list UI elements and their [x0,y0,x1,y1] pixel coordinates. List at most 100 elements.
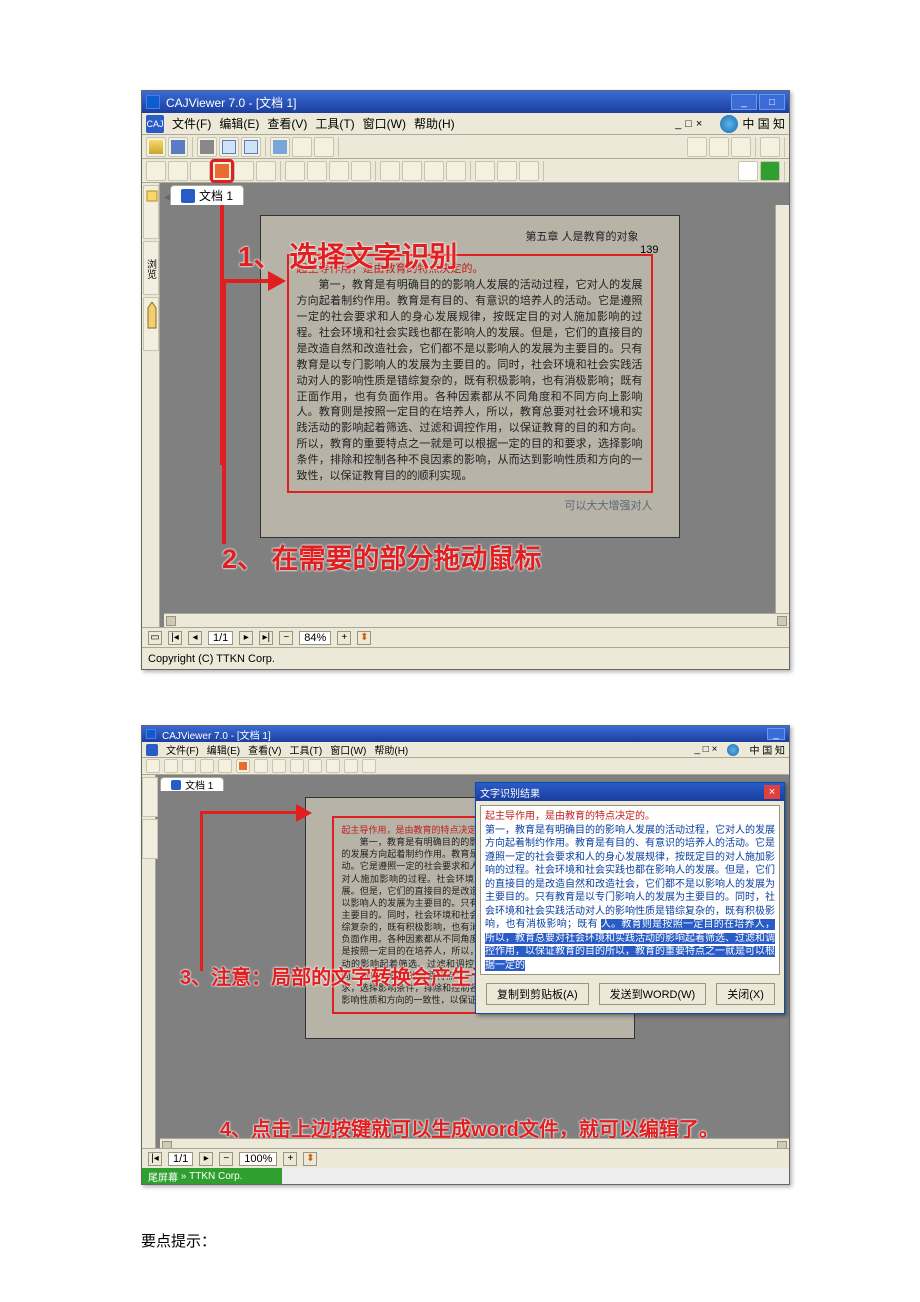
ellipse-tool-button[interactable] [351,161,371,181]
select-image-button[interactable] [190,161,210,181]
ocr-button[interactable] [212,161,232,181]
snapshot-button[interactable] [218,759,232,773]
window-minimize-button[interactable]: _ [731,94,757,110]
attachment-button[interactable] [446,161,466,181]
document-tab-1[interactable]: 文档 1 [160,777,224,791]
zoom-input[interactable]: 84% [299,631,331,645]
side-tab-outline[interactable]: 浏览 [143,241,159,295]
last-page-button[interactable]: ▸| [259,631,273,645]
info-button[interactable] [519,161,539,181]
mdi-close-icon[interactable]: _ □ × [694,744,717,755]
rect-tool-button[interactable] [329,161,349,181]
bookmark-button[interactable] [326,759,340,773]
highlight-button[interactable] [272,759,286,773]
menu-edit[interactable]: 编辑(E) [219,115,259,132]
menu-file[interactable]: 文件(F) [166,742,199,757]
zoom-out-button[interactable]: − [219,1152,233,1166]
first-page-button[interactable]: |◂ [148,1152,162,1166]
horizontal-scrollbar[interactable] [164,613,789,627]
window-maximize-button[interactable]: □ [759,94,785,110]
ocr-button[interactable] [236,759,250,773]
annotate-button[interactable] [254,759,268,773]
view-cont-button[interactable] [709,137,729,157]
settings-button[interactable] [760,137,780,157]
annotate-button[interactable] [234,161,254,181]
fit-page-button[interactable]: ⬍ [357,631,371,645]
ocr-close-button[interactable]: 关闭(X) [716,983,775,1005]
stamp-button[interactable] [380,161,400,181]
zoom-out-button[interactable]: − [279,631,293,645]
rect-tool-button[interactable] [308,759,322,773]
menu-view[interactable]: 查看(V) [267,115,307,132]
view-facing-button[interactable] [731,137,751,157]
menu-edit[interactable]: 编辑(E) [207,742,240,757]
favorite-button[interactable] [344,759,358,773]
next-page-button[interactable]: ▸ [199,1152,213,1166]
open-button[interactable] [146,137,166,157]
menu-help[interactable]: 帮助(H) [414,115,455,132]
line-tool-button[interactable] [285,161,305,181]
mdi-restore-icon[interactable]: □ [685,118,692,130]
go-button[interactable] [760,161,780,181]
print-button[interactable] [197,137,217,157]
text-note-button[interactable] [402,161,422,181]
side-tab-pencil[interactable] [143,297,159,351]
link-button[interactable] [424,161,444,181]
pencil-tool-button[interactable] [307,161,327,181]
copy-button[interactable] [219,137,239,157]
zoom-in-button[interactable]: + [337,631,351,645]
layout-single-icon[interactable]: ▭ [148,631,162,645]
fit-page-button[interactable]: ⬍ [303,1152,317,1166]
ocr-send-word-button[interactable]: 发送到WORD(W) [599,983,707,1005]
menu-tools[interactable]: 工具(T) [289,742,322,757]
page-input[interactable]: 1/1 [168,1152,193,1166]
bookmark-button[interactable] [475,161,495,181]
paste-button[interactable] [241,137,261,157]
menu-file[interactable]: 文件(F) [172,115,211,132]
page-canvas[interactable]: 第五章 人是教育的对象 139 起主导作用，是由教育的特点决定的。 第一，教育是… [164,205,775,613]
window-minimize-button[interactable]: _ [767,728,785,740]
menu-window[interactable]: 窗口(W) [330,742,366,757]
favorite-button[interactable] [497,161,517,181]
ocr-panel-close-button[interactable]: × [764,785,780,799]
info-button[interactable] [362,759,376,773]
undo-button[interactable] [292,137,312,157]
vertical-scrollbar[interactable] [775,205,789,613]
print-button[interactable] [182,759,196,773]
line-tool-button[interactable] [290,759,304,773]
zoom-in-button[interactable]: + [283,1152,297,1166]
mdi-close-icon[interactable]: × [696,118,702,130]
ocr-copy-button[interactable]: 复制到剪贴板(A) [486,983,589,1005]
search-dropdown[interactable] [738,161,758,181]
side-tab-strip: 浏览 [142,183,160,627]
copy-button[interactable] [200,759,214,773]
next-page-button[interactable]: ▸ [239,631,253,645]
first-page-button[interactable]: |◂ [168,631,182,645]
view-single-button[interactable] [687,137,707,157]
menu-view[interactable]: 查看(V) [248,742,281,757]
scroll-right-icon[interactable] [777,616,787,626]
document-tab-1[interactable]: 文档 1 [170,185,244,205]
snapshot-button[interactable] [270,137,290,157]
scroll-left-icon[interactable] [166,616,176,626]
page-input[interactable]: 1/1 [208,631,233,645]
side-tab-pencil[interactable] [142,819,158,859]
prev-page-button[interactable]: ◂ [188,631,202,645]
side-tab-note[interactable] [143,185,159,239]
ocr-text-area[interactable]: 起主导作用，是由教育的特点决定的。 第一，教育是有明确目的的影响人发展的活动过程… [480,805,780,975]
mdi-minimize-icon[interactable]: _ [675,118,681,130]
zoom-input[interactable]: 100% [239,1152,277,1166]
select-text-button[interactable] [168,161,188,181]
side-tab-outline[interactable] [142,777,158,817]
ocr-selection-rect[interactable]: 起主导作用，是由教育的特点决定的。 第一，教育是有明确目的的影响人发展的活动过程… [287,254,653,493]
hand-tool-button[interactable] [146,161,166,181]
save-button[interactable] [164,759,178,773]
menu-help[interactable]: 帮助(H) [374,742,408,757]
menu-tools[interactable]: 工具(T) [315,115,354,132]
save-button[interactable] [168,137,188,157]
menu-window[interactable]: 窗口(W) [363,115,406,132]
open-button[interactable] [146,759,160,773]
figure-1: CAJViewer 7.0 - [文档 1] _ □ CAJ 文件(F) 编辑(… [141,90,790,670]
highlight-button[interactable] [256,161,276,181]
redo-button[interactable] [314,137,334,157]
